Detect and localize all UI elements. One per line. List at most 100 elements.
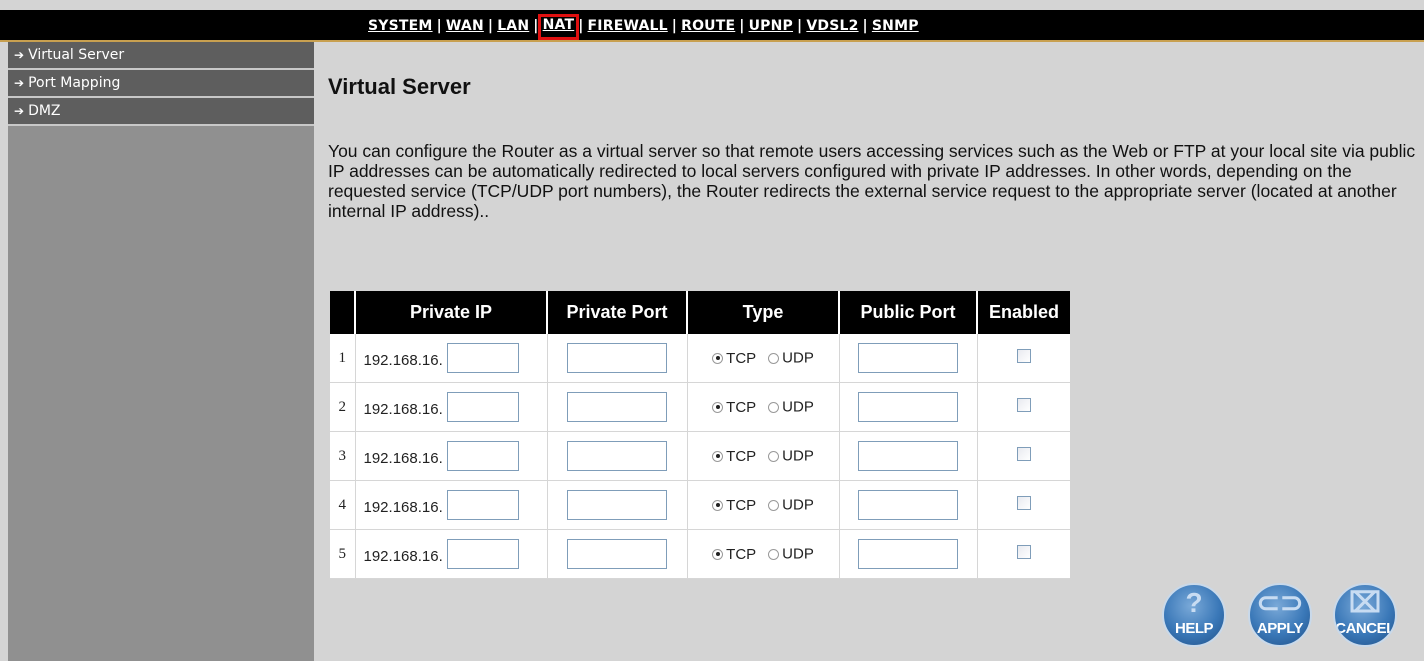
enabled-checkbox[interactable] bbox=[1016, 447, 1031, 461]
sidebar-item-dmz[interactable]: ➔ DMZ bbox=[8, 98, 314, 126]
udp-label: UDP bbox=[782, 447, 814, 465]
tcp-radio[interactable] bbox=[712, 450, 724, 462]
private-ip-input[interactable] bbox=[446, 343, 519, 373]
tcp-radio[interactable] bbox=[712, 499, 724, 511]
type-cell: TCP UDP bbox=[687, 480, 840, 530]
private-port-cell bbox=[547, 334, 688, 383]
table-row: 1 192.168.16. TCP UDP bbox=[330, 334, 1070, 383]
enabled-cell bbox=[977, 529, 1070, 579]
private-ip-cell: 192.168.16. bbox=[355, 334, 548, 383]
private-ip-input[interactable] bbox=[446, 392, 519, 422]
row-number: 5 bbox=[330, 529, 356, 579]
ip-prefix: 192.168.16. bbox=[363, 498, 443, 516]
tcp-label: TCP bbox=[726, 447, 757, 465]
enabled-cell bbox=[977, 480, 1070, 530]
nav-route[interactable]: ROUTE bbox=[681, 18, 735, 34]
ip-prefix: 192.168.16. bbox=[363, 449, 443, 467]
public-port-input[interactable] bbox=[858, 441, 958, 471]
type-cell: TCP UDP bbox=[687, 431, 840, 481]
tcp-label: TCP bbox=[726, 349, 757, 367]
table-body: 1 192.168.16. TCP UDP 2 192.168.16. TCP UDP 3 192… bbox=[330, 334, 1070, 579]
public-port-input[interactable] bbox=[858, 490, 958, 520]
type-cell: TCP UDP bbox=[687, 382, 840, 432]
udp-label: UDP bbox=[782, 398, 814, 416]
nav-snmp[interactable]: SNMP bbox=[872, 18, 919, 34]
enabled-checkbox[interactable] bbox=[1016, 349, 1031, 363]
nav-lan[interactable]: LAN bbox=[497, 18, 529, 34]
header-type: Type bbox=[687, 291, 840, 334]
ip-prefix: 192.168.16. bbox=[363, 547, 443, 565]
private-port-input[interactable] bbox=[567, 392, 667, 422]
sidebar: ➔ Virtual Server ➔ Port Mapping ➔ DMZ bbox=[8, 42, 314, 661]
row-number: 4 bbox=[330, 480, 356, 530]
public-port-cell bbox=[839, 480, 978, 530]
nav-upnp[interactable]: UPNP bbox=[749, 18, 793, 34]
page-description: You can configure the Router as a virtua… bbox=[328, 141, 1416, 221]
public-port-input[interactable] bbox=[858, 392, 958, 422]
virtual-server-table: Private IP Private Port Type Public Port… bbox=[330, 291, 1070, 579]
arrow-right-icon: ➔ bbox=[14, 104, 25, 118]
udp-radio[interactable] bbox=[768, 548, 780, 560]
header-private-ip: Private IP bbox=[355, 291, 548, 334]
nav-separator: | bbox=[739, 18, 745, 34]
public-port-input[interactable] bbox=[858, 343, 958, 373]
header-public-port: Public Port bbox=[839, 291, 978, 334]
row-number: 3 bbox=[330, 431, 356, 481]
public-port-cell bbox=[839, 529, 978, 579]
sidebar-item-label: DMZ bbox=[28, 103, 61, 119]
sidebar-item-label: Virtual Server bbox=[28, 47, 125, 63]
help-button[interactable]: ? HELP bbox=[1162, 583, 1226, 647]
private-port-cell bbox=[547, 431, 688, 481]
tcp-radio[interactable] bbox=[712, 548, 724, 560]
nav-vdsl2[interactable]: VDSL2 bbox=[806, 18, 858, 34]
top-nav-links: SYSTEM | WAN | LAN | NAT | FIREWALL | ROUTE | UPNP | V… bbox=[368, 14, 919, 40]
udp-label: UDP bbox=[782, 496, 814, 514]
tcp-radio[interactable] bbox=[712, 352, 724, 364]
cancel-button[interactable]: ⌧ CANCEL bbox=[1333, 583, 1397, 647]
apply-button[interactable]: ⊂⊃ APPLY bbox=[1248, 583, 1312, 647]
udp-radio[interactable] bbox=[768, 352, 780, 364]
header-private-port: Private Port bbox=[547, 291, 688, 334]
sidebar-item-virtual-server[interactable]: ➔ Virtual Server bbox=[8, 42, 314, 70]
table-header-row: Private IP Private Port Type Public Port… bbox=[330, 291, 1070, 334]
apply-icon: ⊂⊃ bbox=[1256, 587, 1304, 618]
row-number: 1 bbox=[330, 334, 356, 383]
private-ip-cell: 192.168.16. bbox=[355, 480, 548, 530]
question-mark-icon: ? bbox=[1185, 587, 1203, 618]
enabled-checkbox[interactable] bbox=[1016, 545, 1031, 559]
private-port-input[interactable] bbox=[567, 343, 667, 373]
nav-firewall[interactable]: FIREWALL bbox=[588, 18, 668, 34]
public-port-input[interactable] bbox=[858, 539, 958, 569]
tcp-radio[interactable] bbox=[712, 401, 724, 413]
page-title: Virtual Server bbox=[328, 74, 471, 99]
udp-radio[interactable] bbox=[768, 450, 780, 462]
cancel-button-label: CANCEL bbox=[1335, 620, 1395, 637]
sidebar-item-port-mapping[interactable]: ➔ Port Mapping bbox=[8, 70, 314, 98]
table-row: 4 192.168.16. TCP UDP bbox=[330, 480, 1070, 530]
private-ip-input[interactable] bbox=[446, 490, 519, 520]
help-button-label: HELP bbox=[1174, 620, 1214, 637]
udp-radio[interactable] bbox=[768, 401, 780, 413]
udp-label: UDP bbox=[782, 545, 814, 563]
type-cell: TCP UDP bbox=[687, 529, 840, 579]
private-ip-cell: 192.168.16. bbox=[355, 529, 548, 579]
private-port-input[interactable] bbox=[567, 539, 667, 569]
trash-icon: ⌧ bbox=[1348, 587, 1382, 618]
private-port-input[interactable] bbox=[567, 441, 667, 471]
private-port-input[interactable] bbox=[567, 490, 667, 520]
nav-separator: | bbox=[797, 18, 803, 34]
udp-radio[interactable] bbox=[768, 499, 780, 511]
nav-system[interactable]: SYSTEM bbox=[368, 18, 433, 34]
private-ip-cell: 192.168.16. bbox=[355, 382, 548, 432]
private-port-cell bbox=[547, 480, 688, 530]
header-enabled: Enabled bbox=[977, 291, 1070, 334]
top-navigation-bar: SYSTEM | WAN | LAN | NAT | FIREWALL | ROUTE | UPNP | V… bbox=[0, 10, 1424, 42]
nav-nat[interactable]: NAT bbox=[543, 17, 575, 33]
private-ip-input[interactable] bbox=[446, 539, 519, 569]
private-ip-input[interactable] bbox=[446, 441, 519, 471]
enabled-checkbox[interactable] bbox=[1016, 496, 1031, 510]
type-cell: TCP UDP bbox=[687, 334, 840, 383]
enabled-checkbox[interactable] bbox=[1016, 398, 1031, 412]
nav-wan[interactable]: WAN bbox=[446, 18, 484, 34]
ip-prefix: 192.168.16. bbox=[363, 351, 443, 369]
